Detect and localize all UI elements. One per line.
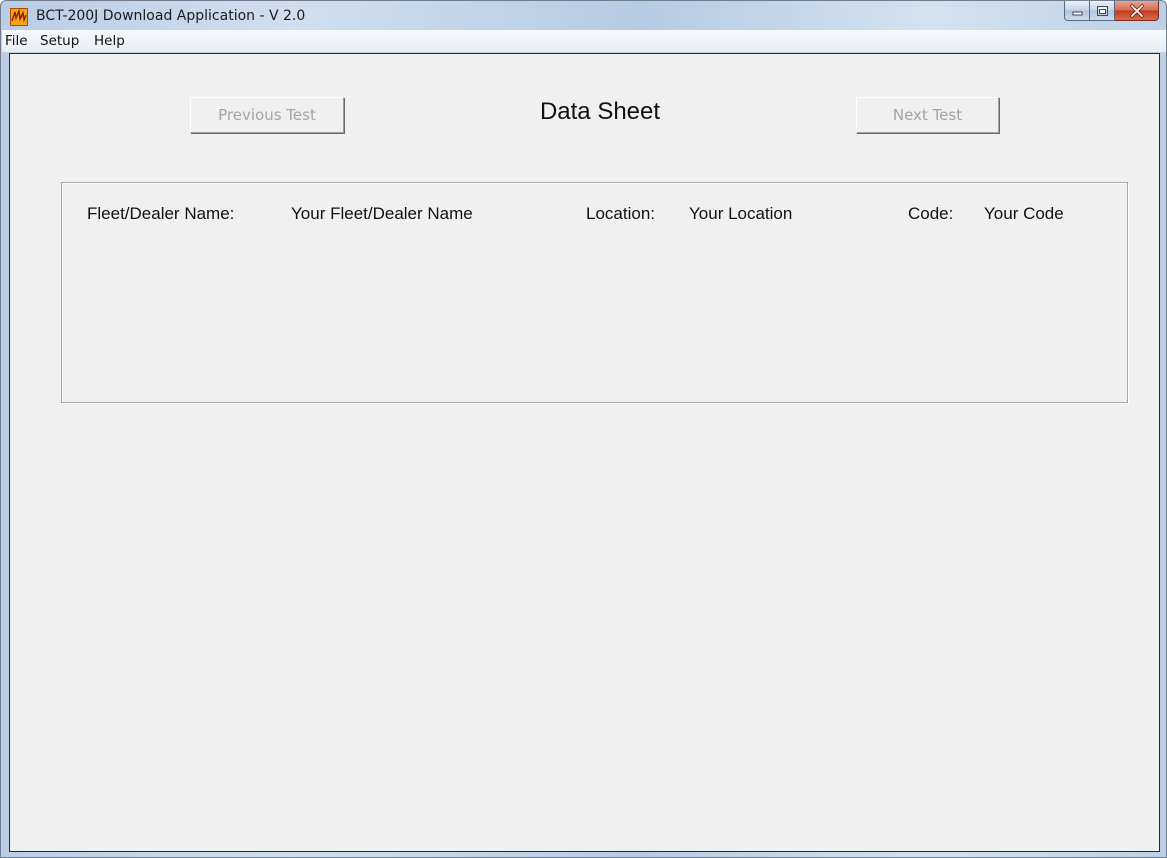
data-sheet-panel: Previous Test Data Sheet Next Test Fleet… [9, 53, 1160, 852]
info-group-box: Fleet/Dealer Name: Your Fleet/Dealer Nam… [61, 182, 1128, 403]
menu-bar: File Setup Help [2, 30, 1166, 53]
maximize-button[interactable] [1090, 1, 1115, 21]
application-window: BCT-200J Download Application - V 2.0 Fi… [0, 0, 1167, 858]
code-value: Your Code [984, 204, 1064, 223]
minimize-button[interactable] [1064, 1, 1090, 21]
previous-test-button[interactable]: Previous Test [190, 97, 344, 133]
page-title: Data Sheet [539, 98, 661, 125]
fleet-dealer-label: Fleet/Dealer Name: [87, 204, 235, 223]
menu-help[interactable]: Help [94, 33, 125, 49]
app-logo-icon[interactable] [10, 8, 28, 26]
close-button[interactable] [1115, 1, 1159, 21]
caption-buttons [1064, 1, 1159, 22]
window-title: BCT-200J Download Application - V 2.0 [36, 8, 306, 24]
menu-file[interactable]: File [5, 33, 28, 49]
code-label: Code: [908, 204, 954, 223]
menu-setup[interactable]: Setup [40, 33, 79, 49]
next-test-button[interactable]: Next Test [856, 97, 999, 133]
location-label: Location: [586, 204, 655, 223]
fleet-dealer-value: Your Fleet/Dealer Name [291, 204, 473, 223]
title-bar[interactable]: BCT-200J Download Application - V 2.0 [1, 1, 1166, 31]
location-value: Your Location [689, 204, 793, 223]
